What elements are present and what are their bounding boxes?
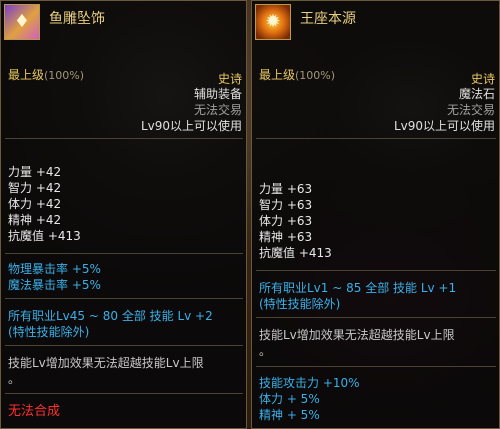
item-title: 鱼雕坠饰 — [49, 11, 105, 27]
skill-bonus-note: (特性技能除外) — [259, 297, 341, 311]
divider — [5, 253, 243, 254]
stat-row: 体力 +63 — [259, 214, 313, 228]
skill-cap-note-end: 。 — [259, 344, 272, 358]
stat-row: 抗魔值 +413 — [259, 246, 332, 260]
skill-cap-note: 技能Lv增加效果无法超越技能Lv上限 — [8, 356, 204, 370]
grade-percent: (100%) — [44, 69, 85, 82]
stat-row: 抗魔值 +413 — [8, 229, 81, 243]
bonus-line: 精神 + 5% — [259, 408, 320, 422]
divider — [5, 393, 243, 394]
divider — [256, 138, 496, 139]
grade-percent: (100%) — [295, 69, 336, 82]
skill-bonus-note: (特性技能除外) — [8, 325, 90, 339]
item-grade: 最上级(100%) — [8, 67, 84, 84]
item-tooltip-left: ♦ 鱼雕坠饰 最上级(100%) 史诗 辅助装备 无法交易 Lv90以上可以使用… — [0, 0, 247, 429]
level-requirement: Lv90以上可以使用 — [140, 119, 242, 133]
bonus-line: 技能攻击力 +10% — [259, 376, 360, 390]
stat-row: 智力 +42 — [8, 181, 62, 195]
stat-row: 精神 +63 — [259, 230, 313, 244]
sun-icon: ✹ — [255, 4, 291, 40]
stat-row: 体力 +42 — [8, 197, 62, 211]
item-type: 辅助装备 — [193, 87, 242, 101]
craft-status: 无法合成 — [8, 404, 61, 419]
skill-bonus-line: 所有职业Lv45 ~ 80 全部 技能 Lv +2 — [8, 309, 213, 323]
crit-line: 魔法暴击率 +5% — [8, 278, 101, 292]
grade-label: 最上级 — [259, 68, 296, 82]
skill-cap-note-end: 。 — [8, 372, 21, 386]
divider — [5, 345, 243, 346]
divider — [256, 270, 496, 271]
gem-icon: ♦ — [4, 4, 40, 40]
divider — [256, 317, 496, 318]
item-rarity: 史诗 — [470, 72, 495, 86]
stat-row: 力量 +42 — [8, 165, 62, 179]
trade-status: 无法交易 — [193, 103, 242, 117]
trade-status: 无法交易 — [446, 103, 495, 117]
item-grade: 最上级(100%) — [259, 67, 335, 84]
bonus-line: 体力 + 5% — [259, 392, 320, 406]
stat-row: 精神 +42 — [8, 213, 62, 227]
level-requirement: Lv90以上可以使用 — [393, 119, 495, 133]
item-title: 王座本源 — [300, 11, 356, 27]
stat-row: 力量 +63 — [259, 182, 313, 196]
skill-bonus-line: 所有职业Lv1 ~ 85 全部 技能 Lv +1 — [259, 281, 457, 295]
skill-cap-note: 技能Lv增加效果无法超越技能Lv上限 — [259, 328, 455, 342]
divider — [5, 138, 243, 139]
item-rarity: 史诗 — [217, 72, 242, 86]
divider — [5, 298, 243, 299]
item-tooltip-right: ✹ 王座本源 最上级(100%) 史诗 魔法石 无法交易 Lv90以上可以使用 … — [251, 0, 500, 429]
divider — [256, 366, 496, 367]
stat-row: 智力 +63 — [259, 198, 313, 212]
crit-line: 物理暴击率 +5% — [8, 262, 101, 276]
item-type: 魔法石 — [458, 87, 495, 101]
grade-label: 最上级 — [8, 68, 45, 82]
